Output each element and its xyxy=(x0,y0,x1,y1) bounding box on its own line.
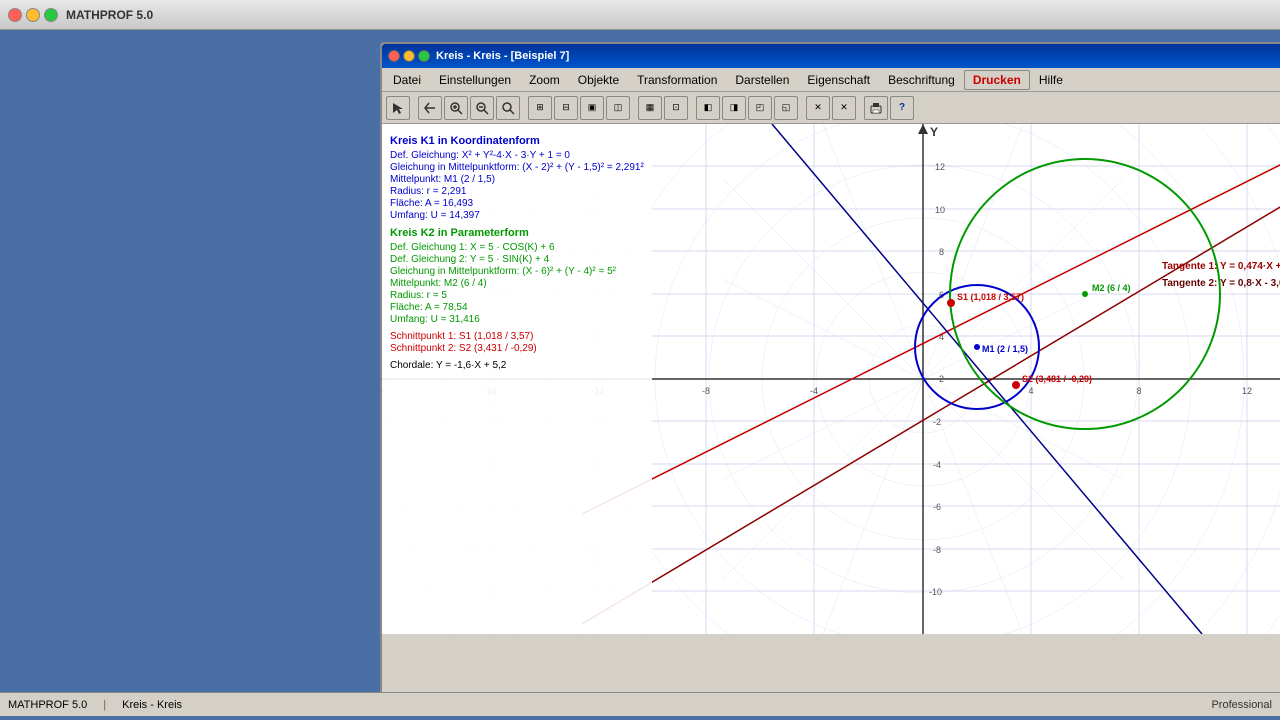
close-button[interactable] xyxy=(8,8,22,22)
svg-text:8: 8 xyxy=(939,247,944,257)
close-btn2[interactable] xyxy=(388,50,400,62)
window-controls2 xyxy=(388,50,430,62)
tool-print[interactable] xyxy=(864,96,888,120)
tool-arrow-left[interactable] xyxy=(418,96,442,120)
svg-text:-12: -12 xyxy=(591,386,604,396)
svg-text:-10: -10 xyxy=(929,587,942,597)
title-bar-text: MATHPROF 5.0 xyxy=(66,8,153,22)
menu-bar: Datei Einstellungen Zoom Objekte Transfo… xyxy=(382,68,1280,92)
min-btn2[interactable] xyxy=(403,50,415,62)
bottom-professional: Professional xyxy=(1211,699,1272,711)
svg-text:-4: -4 xyxy=(810,386,818,396)
svg-text:M1 (2 / 1,5): M1 (2 / 1,5) xyxy=(982,344,1028,354)
menu-datei[interactable]: Datei xyxy=(384,70,430,90)
svg-text:Y: Y xyxy=(930,125,938,139)
tool-b1[interactable]: ⊞ xyxy=(528,96,552,120)
svg-text:-4: -4 xyxy=(933,460,941,470)
svg-text:Tangente 1: Y = 0,474·X + 3,08: Tangente 1: Y = 0,474·X + 3,088 xyxy=(1162,261,1280,272)
svg-text:8: 8 xyxy=(1136,386,1141,396)
menu-transformation[interactable]: Transformation xyxy=(628,70,726,90)
menu-beschriftung[interactable]: Beschriftung xyxy=(879,70,964,90)
svg-text:-16: -16 xyxy=(483,386,496,396)
menu-zoom[interactable]: Zoom xyxy=(520,70,569,90)
svg-text:2: 2 xyxy=(939,374,944,384)
tool-b6[interactable]: ⊡ xyxy=(664,96,688,120)
maximize-button[interactable] xyxy=(44,8,58,22)
tool-b4[interactable]: ◫ xyxy=(606,96,630,120)
tool-help[interactable]: ? xyxy=(890,96,914,120)
tool-b5[interactable]: ▦ xyxy=(638,96,662,120)
menu-darstellen[interactable]: Darstellen xyxy=(726,70,798,90)
tool-cursor[interactable] xyxy=(386,96,410,120)
minimize-button[interactable] xyxy=(26,8,40,22)
tool-zoom-reset[interactable] xyxy=(496,96,520,120)
tool-b3[interactable]: ▣ xyxy=(580,96,604,120)
svg-text:-8: -8 xyxy=(933,545,941,555)
svg-text:-20: -20 xyxy=(382,386,384,396)
svg-text:4: 4 xyxy=(1028,386,1033,396)
svg-text:-6: -6 xyxy=(933,502,941,512)
menu-drucken[interactable]: Drucken xyxy=(964,70,1030,90)
tool-b2[interactable]: ⊟ xyxy=(554,96,578,120)
tool-b10[interactable]: ◱ xyxy=(774,96,798,120)
bottom-module: Kreis - Kreis xyxy=(122,699,182,711)
menu-eigenschaft[interactable]: Eigenschaft xyxy=(798,70,879,90)
svg-text:-2: -2 xyxy=(933,417,941,427)
bottom-bar: MATHPROF 5.0 | Kreis - Kreis Professiona… xyxy=(0,692,1280,716)
max-btn2[interactable] xyxy=(418,50,430,62)
content-area: X Y -20 -16 -12 -8 -4 4 8 12 12 10 8 6 xyxy=(382,124,1280,694)
svg-text:12: 12 xyxy=(935,162,945,172)
window-controls xyxy=(8,8,58,22)
svg-text:Tangente 2: Y = 0,8·X - 3,033: Tangente 2: Y = 0,8·X - 3,033 xyxy=(1162,278,1280,289)
svg-text:-8: -8 xyxy=(702,386,710,396)
menu-hilfe[interactable]: Hilfe xyxy=(1030,70,1072,90)
tool-close1[interactable]: ✕ xyxy=(806,96,830,120)
menu-einstellungen[interactable]: Einstellungen xyxy=(430,70,520,90)
svg-text:12: 12 xyxy=(1242,386,1252,396)
tool-b7[interactable]: ◧ xyxy=(696,96,720,120)
window-title-bar: Kreis - Kreis - [Beispiel 7] xyxy=(382,44,1280,68)
toolbar: ⊞ ⊟ ▣ ◫ ▦ ⊡ ◧ ◨ ◰ ◱ ✕ ✕ ? xyxy=(382,92,1280,124)
tool-b8[interactable]: ◨ xyxy=(722,96,746,120)
coord-system-svg: X Y -20 -16 -12 -8 -4 4 8 12 12 10 8 6 xyxy=(382,124,1280,634)
tool-zoom-out[interactable] xyxy=(470,96,494,120)
window-title-text: Kreis - Kreis - [Beispiel 7] xyxy=(436,50,569,62)
graph-area[interactable]: X Y -20 -16 -12 -8 -4 4 8 12 12 10 8 6 xyxy=(382,124,1280,634)
svg-text:M2 (6 / 4): M2 (6 / 4) xyxy=(1092,283,1131,293)
tool-b9[interactable]: ◰ xyxy=(748,96,772,120)
menu-objekte[interactable]: Objekte xyxy=(569,70,628,90)
tool-close2[interactable]: ✕ xyxy=(832,96,856,120)
svg-text:S1 (1,018 / 3,57): S1 (1,018 / 3,57) xyxy=(957,292,1024,302)
svg-text:S2 (3,481 / -0,29): S2 (3,481 / -0,29) xyxy=(1022,374,1092,384)
bottom-app: MATHPROF 5.0 xyxy=(8,699,87,711)
title-bar: MATHPROF 5.0 xyxy=(0,0,1280,30)
tool-zoom-in[interactable] xyxy=(444,96,468,120)
svg-text:10: 10 xyxy=(935,205,945,215)
